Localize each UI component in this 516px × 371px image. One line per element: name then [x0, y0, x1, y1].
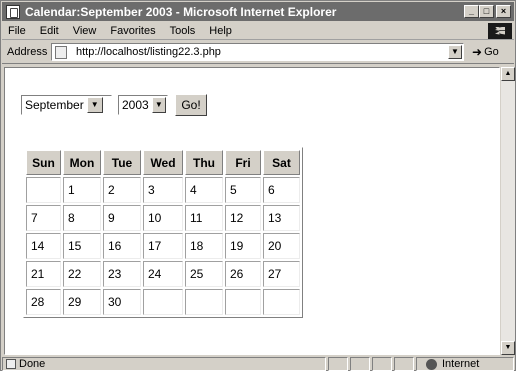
menu-edit[interactable]: Edit: [33, 25, 66, 37]
year-value: 2003: [122, 98, 149, 112]
day-cell: 3: [143, 177, 183, 203]
day-cell: [143, 289, 183, 315]
go-button[interactable]: ➜ Go: [472, 45, 499, 59]
day-cell: 21: [26, 261, 61, 287]
window-controls: _ □ ×: [464, 5, 511, 18]
calendar-header-row: Sun Mon Tue Wed Thu Fri Sat: [26, 150, 300, 175]
day-cell: 1: [63, 177, 101, 203]
status-pane: [350, 357, 370, 371]
day-cell: 10: [143, 205, 183, 231]
zone-label: Internet: [442, 358, 480, 370]
scroll-up-icon[interactable]: ▲: [501, 67, 515, 81]
day-cell: 30: [103, 289, 141, 315]
month-value: September: [25, 98, 84, 112]
day-cell: 17: [143, 233, 183, 259]
header-fri: Fri: [225, 150, 261, 175]
day-cell: 4: [185, 177, 223, 203]
status-bar: Done Internet: [2, 357, 514, 371]
go-label: Go: [484, 46, 499, 58]
year-dropdown-icon[interactable]: ▼: [151, 97, 166, 113]
day-cell: [185, 289, 223, 315]
submit-go-button[interactable]: Go!: [175, 94, 207, 116]
day-cell: 8: [63, 205, 101, 231]
calendar-week-row: 7 8 9 10 11 12 13: [26, 205, 300, 231]
status-pane: [328, 357, 348, 371]
windows-logo-icon: [488, 22, 512, 39]
menu-view[interactable]: View: [66, 25, 104, 37]
day-cell: 18: [185, 233, 223, 259]
page-done-icon: [6, 359, 16, 369]
day-cell: 12: [225, 205, 261, 231]
day-cell: 19: [225, 233, 261, 259]
address-input[interactable]: http://localhost/listing22.3.php ▼: [51, 43, 464, 61]
menu-bar: File Edit View Favorites Tools Help: [2, 22, 514, 40]
day-cell: 26: [225, 261, 261, 287]
day-cell: 11: [185, 205, 223, 231]
month-dropdown-icon[interactable]: ▼: [86, 97, 103, 113]
day-cell: 6: [263, 177, 300, 203]
go-arrow-icon: ➜: [472, 45, 483, 59]
day-cell: 23: [103, 261, 141, 287]
day-cell: 24: [143, 261, 183, 287]
window-title: Calendar:September 2003 - Microsoft Inte…: [25, 4, 337, 19]
header-mon: Mon: [63, 150, 101, 175]
vertical-scrollbar[interactable]: ▲ ▼: [501, 67, 515, 355]
day-cell: 9: [103, 205, 141, 231]
calendar-week-row: 1 2 3 4 5 6: [26, 177, 300, 203]
day-cell: 29: [63, 289, 101, 315]
status-pane: [394, 357, 414, 371]
menu-tools[interactable]: Tools: [163, 25, 203, 37]
day-cell: 22: [63, 261, 101, 287]
day-cell: 5: [225, 177, 261, 203]
year-select[interactable]: 2003 ▼: [118, 95, 168, 115]
day-cell: 13: [263, 205, 300, 231]
status-text: Done: [19, 358, 46, 370]
menu-file[interactable]: File: [2, 25, 33, 37]
day-cell: 20: [263, 233, 300, 259]
page-icon: [55, 45, 67, 59]
address-url[interactable]: http://localhost/listing22.3.php: [76, 46, 221, 58]
browser-window: Calendar:September 2003 - Microsoft Inte…: [0, 0, 516, 371]
header-thu: Thu: [185, 150, 223, 175]
day-cell: 2: [103, 177, 141, 203]
close-button[interactable]: ×: [496, 5, 511, 18]
header-sat: Sat: [263, 150, 300, 175]
calendar-week-row: 28 29 30: [26, 289, 300, 315]
title-bar[interactable]: Calendar:September 2003 - Microsoft Inte…: [2, 2, 514, 21]
ie-icon: [6, 4, 20, 19]
menu-help[interactable]: Help: [202, 25, 239, 37]
month-select[interactable]: September ▼: [21, 95, 112, 115]
calendar-week-row: 21 22 23 24 25 26 27: [26, 261, 300, 287]
page-viewport: September ▼ 2003 ▼ Go! Sun Mon Tue Wed T…: [4, 67, 500, 355]
status-main-pane: Done: [2, 357, 326, 371]
calendar-week-row: 14 15 16 17 18 19 20: [26, 233, 300, 259]
day-cell: 14: [26, 233, 61, 259]
day-cell: [26, 177, 61, 203]
header-sun: Sun: [26, 150, 61, 175]
address-bar: Address http://localhost/listing22.3.php…: [2, 41, 514, 64]
day-cell: [263, 289, 300, 315]
calendar-table: Sun Mon Tue Wed Thu Fri Sat 1 2 3 4 5 6 …: [23, 147, 303, 318]
day-cell: 27: [263, 261, 300, 287]
internet-globe-icon: [426, 358, 437, 370]
minimize-button[interactable]: _: [464, 5, 479, 18]
day-cell: 15: [63, 233, 101, 259]
address-label: Address: [7, 46, 48, 58]
date-form: September ▼ 2003 ▼ Go!: [21, 94, 207, 116]
day-cell: 16: [103, 233, 141, 259]
header-tue: Tue: [103, 150, 141, 175]
day-cell: 28: [26, 289, 61, 315]
day-cell: [225, 289, 261, 315]
scroll-down-icon[interactable]: ▼: [501, 341, 515, 355]
status-pane: [372, 357, 392, 371]
day-cell: 25: [185, 261, 223, 287]
address-dropdown-icon[interactable]: ▼: [448, 45, 462, 59]
menu-favorites[interactable]: Favorites: [103, 25, 162, 37]
day-cell: 7: [26, 205, 61, 231]
security-zone: Internet: [416, 357, 514, 371]
header-wed: Wed: [143, 150, 183, 175]
restore-button[interactable]: □: [479, 5, 494, 18]
